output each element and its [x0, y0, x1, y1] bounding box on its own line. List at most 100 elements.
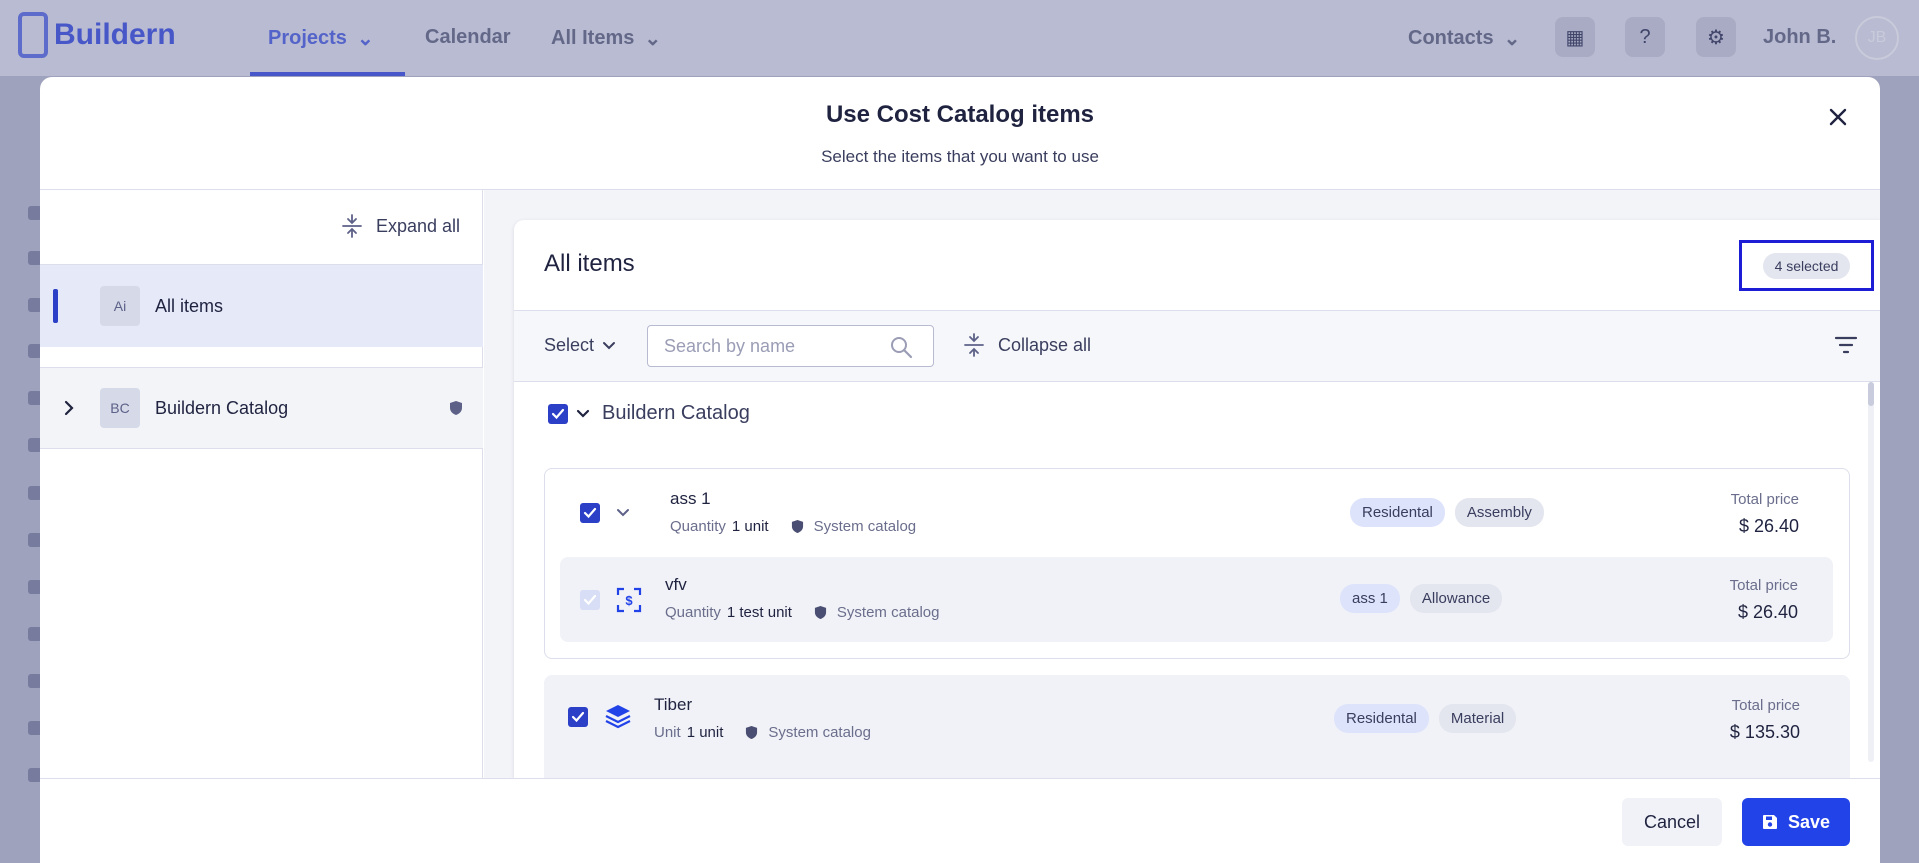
dashboard-icon: ▦ [1555, 17, 1595, 57]
list-item-assembly: ass 1 Quantity 1 unit System catalog Res… [544, 468, 1850, 659]
save-icon [1762, 815, 1777, 829]
item-tags: ass 1 Allowance [1340, 584, 1503, 613]
price-value: $ 26.40 [1738, 516, 1799, 536]
item-checkbox[interactable] [580, 503, 600, 523]
item-checkbox-disabled [580, 590, 600, 610]
nav-all-items: All Items ⌄ [551, 26, 661, 51]
item-meta: Quantity 1 unit System catalog [670, 518, 916, 535]
source-label: System catalog [813, 518, 917, 535]
modal-footer: Cancel Save [40, 778, 1880, 863]
nav-contacts-label: Contacts [1408, 27, 1494, 49]
shield-icon [450, 401, 462, 415]
search-input[interactable] [664, 326, 884, 366]
price-label: Total price [1730, 491, 1799, 508]
search-field [647, 325, 934, 367]
item-tags: Residental Assembly [1350, 498, 1544, 527]
chevron-down-icon: ⌄ [644, 28, 662, 50]
tree-item-label: Buildern Catalog [155, 397, 289, 418]
collapse-all-button[interactable]: Collapse all [964, 333, 1091, 357]
save-label: Save [1787, 811, 1831, 832]
background-sidebar [0, 76, 42, 863]
nav-projects: Projects ⌄ [268, 26, 374, 51]
tree-item-label: All items [155, 295, 224, 316]
nav-calendar: Calendar [425, 26, 511, 49]
quantity-value: 1 unit [731, 518, 769, 535]
price-label: Total price [1729, 577, 1798, 594]
select-dropdown[interactable]: Select [544, 335, 616, 356]
tree-item-all-items[interactable]: Ai All items [40, 265, 483, 347]
modal-header: Use Cost Catalog items Select the items … [40, 77, 1880, 190]
svg-text:$: $ [625, 593, 633, 608]
price-value: $ 26.40 [1737, 602, 1798, 622]
group-checkbox[interactable] [548, 403, 568, 424]
shield-icon [814, 606, 826, 619]
shield-icon [746, 726, 758, 739]
avatar: JB [1855, 16, 1899, 60]
item-tags: Residental Material [1334, 704, 1517, 733]
brand-name: Buildern [54, 18, 176, 51]
modal-subtitle: Select the items that you want to use [821, 147, 1099, 166]
scrollbar[interactable] [1868, 382, 1874, 762]
logo-icon [18, 12, 48, 58]
unit-label: Unit [654, 724, 681, 741]
quantity-label: Quantity [670, 518, 726, 535]
tag: Material [1438, 704, 1517, 733]
chevron-down-icon [603, 341, 616, 349]
group-label: Buildern Catalog [602, 402, 750, 424]
active-indicator [53, 289, 58, 323]
collapse-all-label: Collapse all [998, 334, 1092, 355]
app-logo: Buildern [18, 12, 176, 58]
group-header-buildern-catalog: Buildern Catalog [548, 402, 750, 425]
cancel-button[interactable]: Cancel [1622, 798, 1722, 846]
tag: Assembly [1454, 498, 1544, 527]
items-card: All items 4 selected Select Collapse all [514, 220, 1880, 778]
expand-all-label: Expand all [375, 215, 460, 236]
item-name: ass 1 [670, 489, 711, 508]
nav-calendar-label: Calendar [425, 26, 511, 48]
user-name: John B. [1763, 26, 1837, 48]
list-item-child: $ vfv Quantity 1 test unit System catalo… [560, 557, 1833, 642]
expand-all-button[interactable]: Expand all [342, 214, 460, 238]
tag: ass 1 [1340, 584, 1400, 613]
save-button[interactable]: Save [1742, 798, 1850, 846]
cost-catalog-modal: Use Cost Catalog items Select the items … [40, 77, 1880, 863]
chevron-down-icon: ⌄ [356, 28, 374, 50]
selected-count-highlight: 4 selected [1739, 240, 1874, 291]
scrollbar-thumb[interactable] [1868, 382, 1874, 406]
tag: Allowance [1409, 584, 1503, 613]
items-toolbar: Select Collapse all [514, 310, 1880, 382]
filter-icon[interactable] [1834, 335, 1858, 355]
item-name: Tiber [654, 695, 693, 714]
tree-item-buildern-catalog[interactable]: BC Buildern Catalog [40, 367, 483, 449]
select-label: Select [544, 335, 595, 355]
items-pane: All items 4 selected Select Collapse all [484, 190, 1880, 778]
item-checkbox[interactable] [568, 707, 588, 727]
nav-projects-label: Projects [268, 27, 347, 49]
list-item-material: Tiber Unit 1 unit System catalog Residen… [544, 675, 1850, 778]
item-name: vfv [665, 575, 687, 594]
help-icon: ? [1625, 17, 1665, 57]
item-meta: Quantity 1 test unit System catalog [665, 604, 939, 621]
chevron-right-icon[interactable] [62, 400, 76, 416]
checkmark-icon [583, 594, 597, 606]
initials-badge: Ai [100, 286, 140, 326]
item-price: Total price $ 26.40 [1730, 577, 1798, 623]
source-label: System catalog [768, 724, 871, 741]
item-price: Total price $ 135.30 [1730, 697, 1800, 743]
modal-title: Use Cost Catalog items [825, 101, 1095, 128]
tag: Residental [1350, 498, 1445, 527]
item-meta: Unit 1 unit System catalog [654, 724, 871, 741]
price-label: Total price [1731, 697, 1800, 714]
catalog-tree-pane: Expand all Ai All items BC Buildern Cata… [40, 190, 483, 778]
chevron-down-icon: ⌄ [1503, 28, 1521, 50]
chevron-down-icon[interactable] [576, 409, 590, 419]
chevron-down-icon[interactable] [616, 508, 630, 518]
checkmark-icon [583, 507, 597, 519]
search-icon[interactable] [889, 335, 913, 359]
app-header: Buildern Projects ⌄ Calendar All Items ⌄… [0, 0, 1919, 76]
unit-value: 1 unit [686, 724, 724, 741]
close-button[interactable] [1820, 99, 1856, 135]
quantity-label: Quantity [665, 604, 721, 621]
gear-icon: ⚙ [1696, 17, 1736, 57]
quantity-value: 1 test unit [726, 604, 792, 621]
